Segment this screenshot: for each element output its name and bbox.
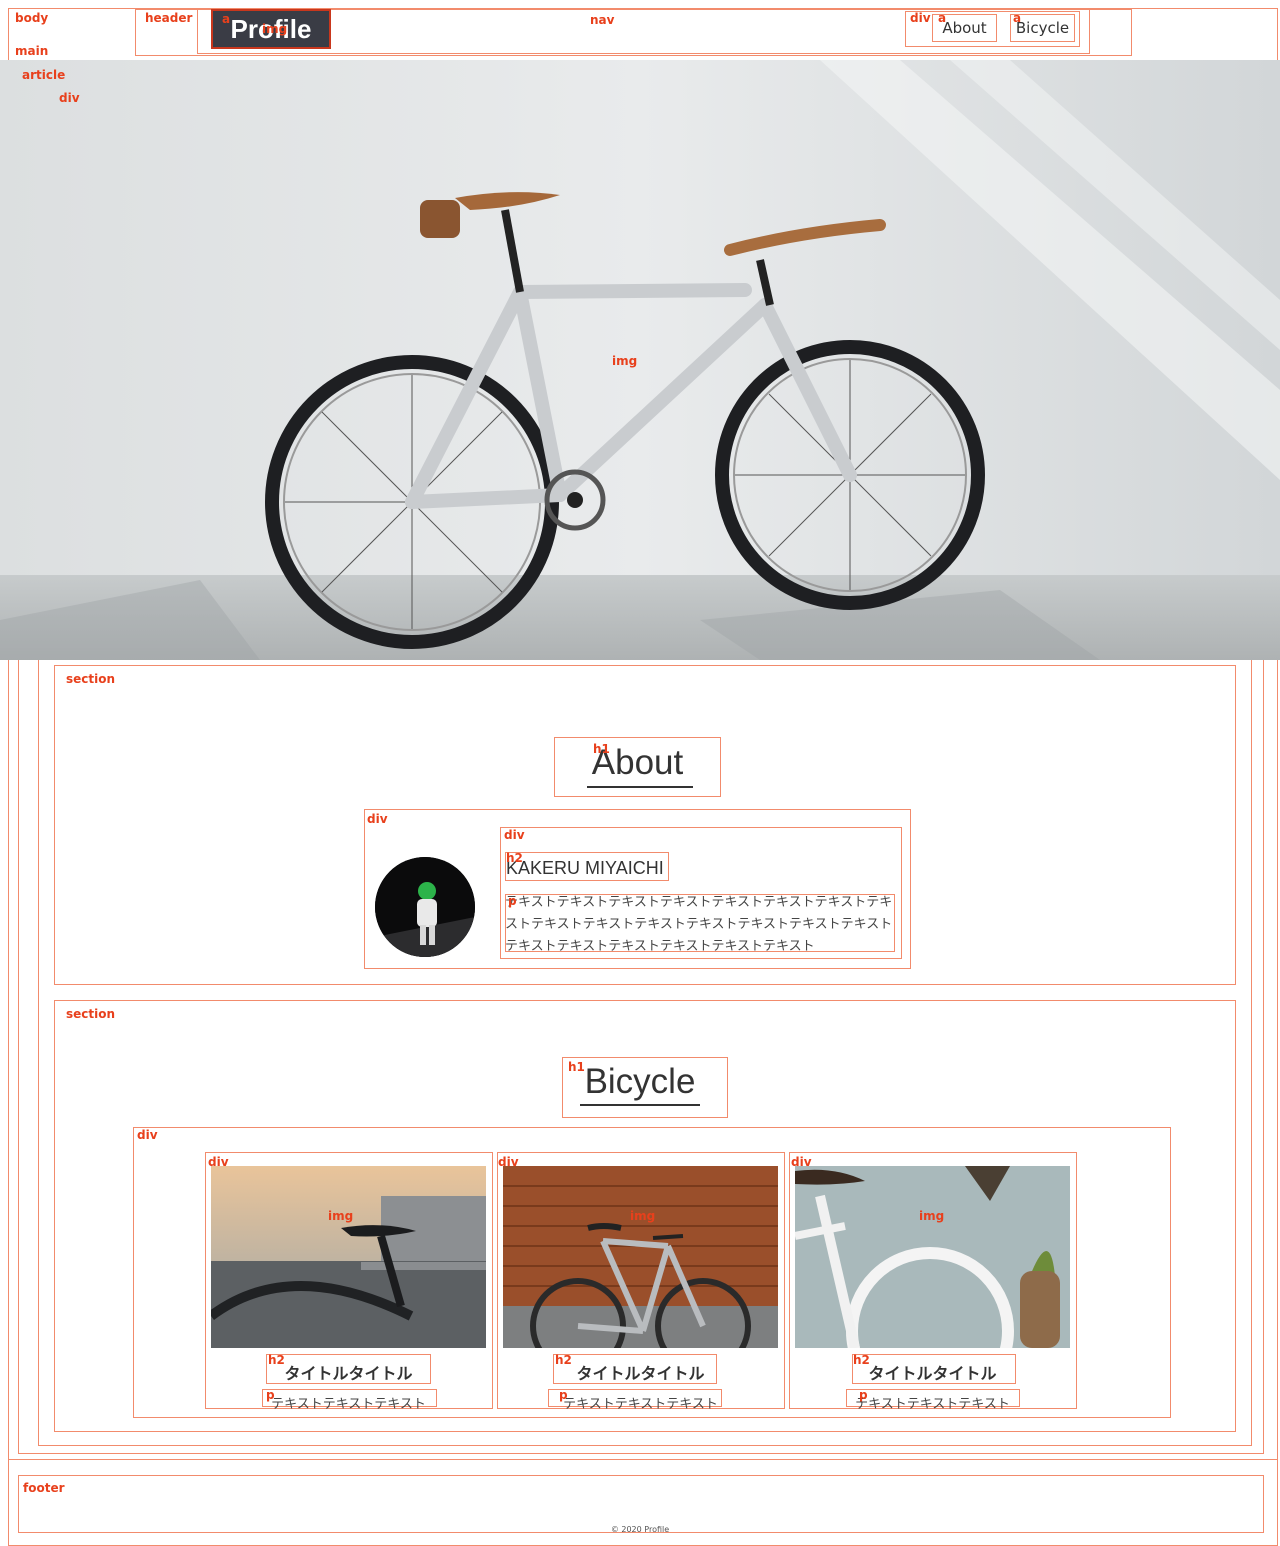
outline-label-section-bicycle: section bbox=[66, 1007, 116, 1021]
nav-link-about[interactable]: About bbox=[932, 14, 997, 42]
hero-image bbox=[0, 60, 1280, 660]
card-image-1 bbox=[211, 1166, 486, 1348]
bicycle-heading-underline bbox=[580, 1104, 700, 1106]
logo-box[interactable]: Profile bbox=[211, 9, 331, 49]
card-text-2: テキストテキストテキスト bbox=[563, 1397, 718, 1412]
outline-label-div-cards: div bbox=[137, 1128, 158, 1142]
outline-label-nav: nav bbox=[590, 13, 615, 27]
card-title-1: タイトルタイトル bbox=[284, 1364, 413, 1383]
profile-text: テキストテキストテキストテキストテキストテキストテキストテキストテキストテキスト… bbox=[505, 895, 893, 954]
card-text-3: テキストテキストテキスト bbox=[855, 1397, 1010, 1412]
card-2-bicycle-image bbox=[503, 1166, 778, 1348]
outline-label-body: body bbox=[15, 11, 49, 25]
footer-copyright: © 2020 Profile bbox=[610, 1525, 670, 1534]
outline-label-header: header bbox=[145, 11, 193, 25]
card-image-3 bbox=[795, 1166, 1070, 1348]
avatar bbox=[375, 857, 475, 957]
card-title-2: タイトルタイトル bbox=[576, 1364, 705, 1383]
card-title-3: タイトルタイトル bbox=[868, 1364, 997, 1383]
outline-label-main: main bbox=[15, 44, 49, 58]
outline-label-div-about: div bbox=[367, 812, 388, 826]
card-1-bicycle-image bbox=[211, 1166, 486, 1348]
outline-label-div-nav: div bbox=[910, 11, 931, 25]
outline-label-section-about: section bbox=[66, 672, 116, 686]
hero-bicycle-illustration bbox=[0, 60, 1280, 660]
card-image-2 bbox=[503, 1166, 778, 1348]
about-heading-underline bbox=[587, 786, 693, 788]
outline-label-footer: footer bbox=[23, 1481, 65, 1495]
profile-name: KAKERU MIYAICHI bbox=[506, 858, 664, 878]
avatar-person-image bbox=[375, 857, 475, 957]
outline-label-div-about-text: div bbox=[504, 828, 525, 842]
bicycle-heading: Bicycle bbox=[584, 1062, 696, 1101]
logo-link[interactable]: Profile bbox=[213, 11, 329, 47]
about-heading: About bbox=[591, 743, 684, 782]
nav-link-bicycle[interactable]: Bicycle bbox=[1010, 14, 1075, 42]
card-3-bicycle-image bbox=[795, 1166, 1070, 1348]
card-text-1: テキストテキストテキスト bbox=[271, 1397, 426, 1412]
